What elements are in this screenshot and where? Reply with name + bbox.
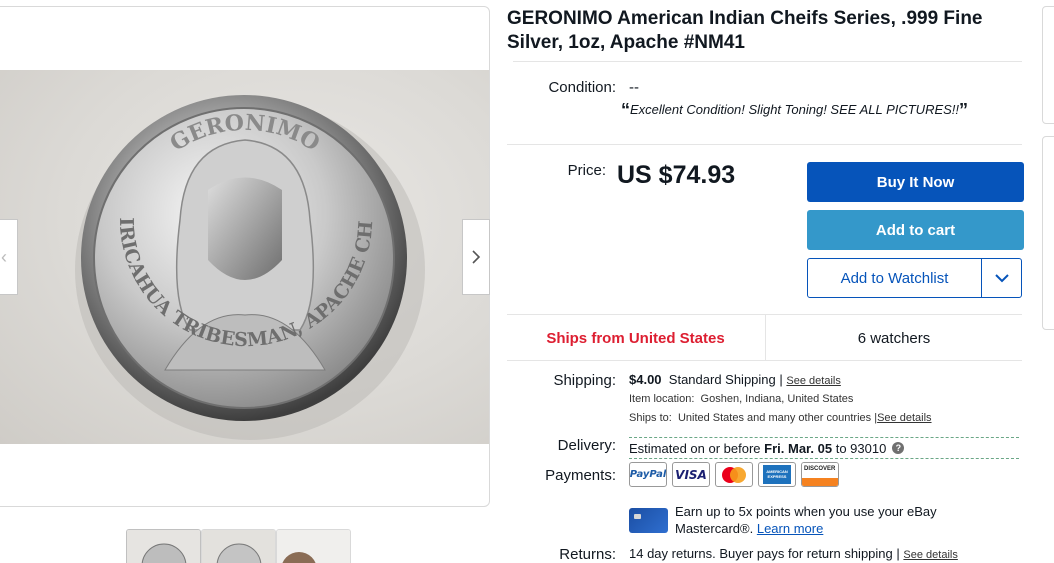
- side-card: [1042, 136, 1054, 330]
- paypal-icon: PayPal: [629, 462, 667, 487]
- shipping-label: Shipping:: [553, 372, 616, 389]
- thumbnail-3[interactable]: [276, 529, 351, 563]
- promo-line-1: Earn up to 5x points when you use your e…: [675, 504, 937, 519]
- silver-coin-image: GERONIMO CHIRICAHUA TRIBESMAN, APACHE CH…: [0, 70, 425, 440]
- watchers-count: 6 watchers: [765, 315, 1022, 361]
- divider: [507, 144, 1022, 145]
- thumbnail-image: [202, 530, 275, 563]
- separator: |: [779, 372, 783, 387]
- promo-line-2: Mastercard®.: [675, 521, 754, 536]
- ships-to-value: United States and many other countries: [677, 412, 872, 424]
- watchlist-control: Add to Watchlist: [807, 258, 1022, 298]
- item-location-label: Item location:: [629, 393, 695, 405]
- chevron-right-icon: [472, 250, 481, 264]
- delivery-prefix: Estimated on or before: [629, 440, 761, 456]
- ships-to: Ships to: United States and many other c…: [629, 412, 932, 424]
- chevron-left-icon: ‹: [1, 246, 7, 267]
- separator: |: [896, 546, 900, 561]
- condition-description: “Excellent Condition! Slight Toning! SEE…: [621, 100, 968, 121]
- main-product-image[interactable]: GERONIMO CHIRICAHUA TRIBESMAN, APACHE CH…: [0, 70, 489, 444]
- thumbnail-strip: [126, 529, 351, 563]
- listing-title: GERONIMO American Indian Cheifs Series, …: [507, 8, 983, 53]
- thumbnail-2[interactable]: [201, 529, 276, 563]
- ships-to-see-details-link[interactable]: See details: [877, 412, 931, 424]
- shipping-summary: $4.00 Standard Shipping | See details: [629, 372, 841, 387]
- item-location-value: Goshen, Indiana, United States: [700, 393, 854, 405]
- buy-it-now-button[interactable]: Buy It Now: [807, 162, 1024, 202]
- returns-text: 14 day returns. Buyer pays for return sh…: [629, 546, 893, 561]
- visa-icon: VISA: [672, 462, 710, 487]
- side-card: [1042, 6, 1054, 124]
- divider: [513, 61, 1022, 62]
- mastercard-icon: [715, 462, 753, 487]
- shipping-cost: $4.00: [629, 372, 662, 387]
- thumbnail-image: [127, 530, 200, 563]
- gallery-next-button[interactable]: [462, 219, 490, 295]
- mastercard-promo: Earn up to 5x points when you use your e…: [675, 503, 937, 537]
- watchlist-dropdown-button[interactable]: [981, 259, 1021, 297]
- condition-value: --: [629, 79, 639, 96]
- chevron-down-icon: [994, 273, 1009, 282]
- learn-more-link[interactable]: Learn more: [757, 521, 823, 536]
- divider: [507, 360, 1022, 361]
- help-icon[interactable]: ?: [892, 442, 905, 454]
- gallery-prev-button[interactable]: ‹: [0, 219, 18, 295]
- add-to-cart-button[interactable]: Add to cart: [807, 210, 1024, 250]
- amex-icon: AMERICAN EXPRESS: [758, 462, 796, 487]
- payment-methods: PayPal VISA AMERICAN EXPRESS DISCOVER: [629, 462, 839, 487]
- thumbnail-image: [277, 530, 350, 563]
- add-to-watchlist-button[interactable]: Add to Watchlist: [808, 259, 981, 297]
- returns-see-details-link[interactable]: See details: [903, 549, 957, 561]
- condition-label: Condition:: [548, 79, 616, 96]
- quote-close: ”: [959, 100, 969, 120]
- mastercard-card-icon: [629, 508, 668, 533]
- price-label: Price:: [567, 162, 606, 179]
- quote-open: “: [621, 100, 630, 120]
- returns-label: Returns:: [559, 546, 616, 563]
- ships-to-label: Ships to:: [629, 412, 672, 424]
- price-value: US $74.93: [617, 161, 736, 189]
- ships-from-signal: Ships from United States: [546, 329, 725, 347]
- delivery-date: Fri. Mar. 05: [764, 440, 833, 456]
- discover-icon: DISCOVER: [801, 462, 839, 487]
- delivery-label: Delivery:: [557, 437, 616, 454]
- delivery-zip: to 93010: [835, 440, 887, 456]
- payments-label: Payments:: [545, 467, 616, 484]
- shipping-see-details-link[interactable]: See details: [786, 375, 840, 387]
- returns-policy: 14 day returns. Buyer pays for return sh…: [629, 546, 958, 561]
- item-location: Item location: Goshen, Indiana, United S…: [629, 393, 853, 405]
- shipping-method: Standard Shipping: [668, 372, 776, 387]
- condition-quote-text: Excellent Condition! Slight Toning! SEE …: [630, 102, 960, 117]
- delivery-estimate: Estimated on or before Fri. Mar. 05 to 9…: [629, 437, 1019, 459]
- thumbnail-1[interactable]: [126, 529, 201, 563]
